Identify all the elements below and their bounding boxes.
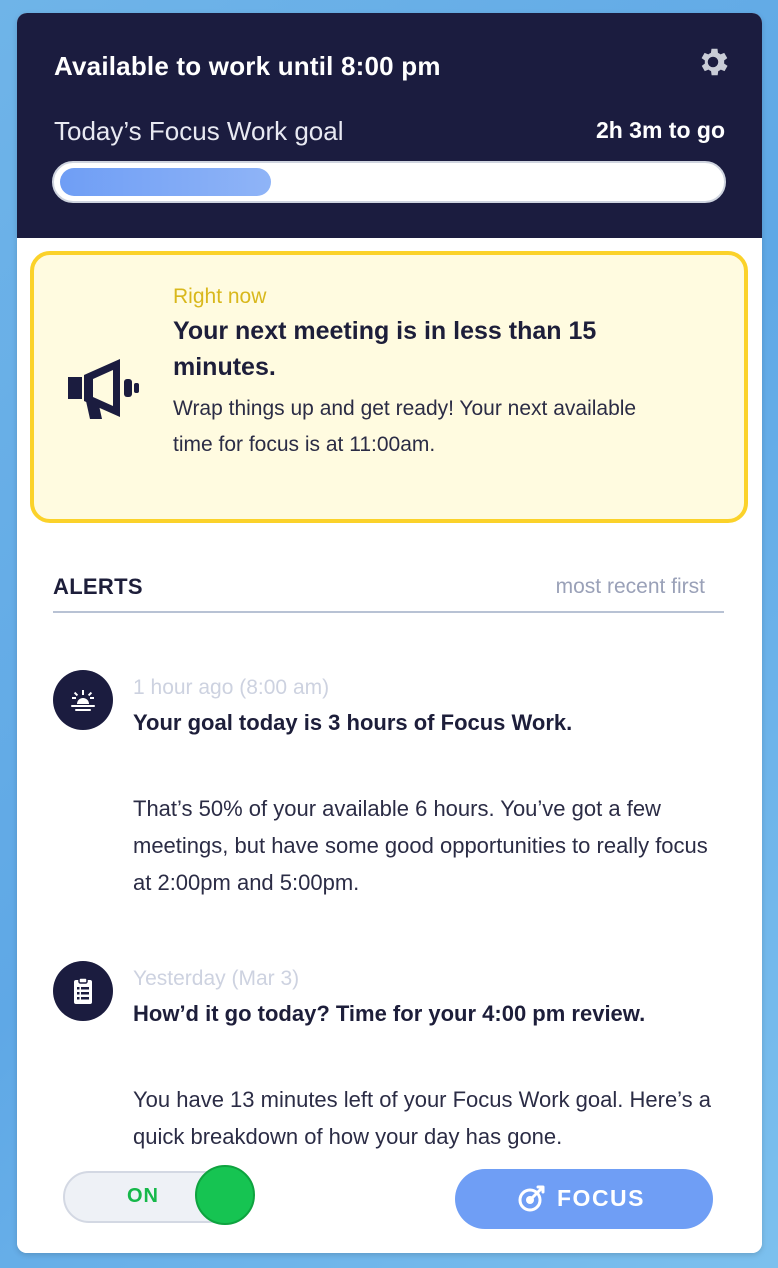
progress-fill bbox=[60, 168, 271, 196]
sunrise-icon bbox=[53, 670, 113, 730]
alert-time: Yesterday (Mar 3) bbox=[133, 967, 300, 990]
alert-body: That’s 50% of your available 6 hours. Yo… bbox=[133, 796, 708, 895]
toggle-knob[interactable] bbox=[195, 1165, 255, 1225]
focus-button[interactable]: FOCUS bbox=[455, 1169, 713, 1229]
alert-time: 1 hour ago (8:00 am) bbox=[133, 676, 330, 699]
right-now-title: Your next meeting is in less than 15 min… bbox=[173, 317, 597, 381]
footer-bar: ON FOCUS bbox=[17, 1153, 762, 1253]
clipboard-icon bbox=[53, 961, 113, 1021]
right-now-label: Right now bbox=[173, 285, 267, 308]
alert-title: How’d it go today? Time for your 4:00 pm… bbox=[133, 1001, 646, 1026]
right-now-card: Right now Your next meeting is in less t… bbox=[30, 251, 748, 523]
focus-goal-label: Today’s Focus Work goal bbox=[54, 116, 344, 146]
focus-goal-progress-bar bbox=[52, 161, 726, 203]
alerts-divider bbox=[53, 611, 724, 613]
alerts-sort-toggle[interactable]: most recent first bbox=[556, 575, 705, 599]
availability-text: Available to work until 8:00 pm bbox=[54, 51, 441, 81]
toggle-label: ON bbox=[127, 1185, 159, 1207]
time-remaining: 2h 3m to go bbox=[595, 117, 725, 143]
alert-title: Your goal today is 3 hours of Focus Work… bbox=[133, 710, 573, 735]
gear-icon[interactable] bbox=[695, 44, 731, 80]
focus-button-label: FOCUS bbox=[557, 1185, 645, 1211]
right-now-body: Wrap things up and get ready! Your next … bbox=[173, 397, 637, 456]
alerts-panel: Available to work until 8:00 pm Today’s … bbox=[17, 13, 762, 1253]
alerts-heading: ALERTS bbox=[53, 574, 143, 599]
target-icon bbox=[518, 1185, 545, 1212]
header: Available to work until 8:00 pm Today’s … bbox=[17, 13, 762, 238]
megaphone-icon bbox=[68, 359, 139, 419]
availability-toggle[interactable]: ON bbox=[63, 1165, 255, 1225]
alert-body: You have 13 minutes left of your Focus W… bbox=[133, 1087, 712, 1149]
